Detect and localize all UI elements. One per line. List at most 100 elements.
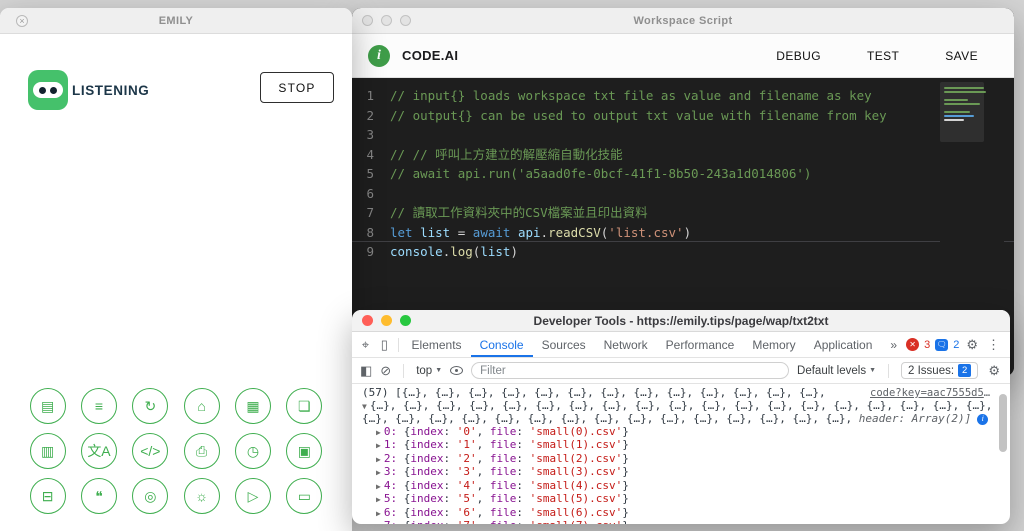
- clear-console-icon[interactable]: ⊘: [380, 363, 391, 379]
- code-line[interactable]: 9 console.log(list): [352, 242, 1014, 262]
- info-icon[interactable]: i: [977, 413, 989, 425]
- console-array-row[interactable]: ▶ 1: {index: '1', file: 'small(1).csv'}: [362, 438, 996, 453]
- test-button[interactable]: TEST: [867, 49, 899, 63]
- devtools-titlebar[interactable]: Developer Tools - https://emily.tips/pag…: [352, 310, 1010, 332]
- zoom-button[interactable]: [400, 315, 411, 326]
- console-settings-gear-icon[interactable]: ⚙: [986, 363, 1002, 379]
- expand-arrow-icon[interactable]: ▶: [376, 467, 381, 480]
- log-levels-selector[interactable]: Default levels ▼: [797, 365, 876, 377]
- tab-elements[interactable]: Elements: [403, 332, 471, 357]
- close-button[interactable]: ×: [16, 14, 28, 27]
- copy-icon: ❏: [298, 398, 311, 414]
- save-button[interactable]: SAVE: [945, 49, 978, 63]
- expand-arrow-icon[interactable]: ▶: [376, 521, 381, 524]
- console-sidebar-icon[interactable]: ◧: [360, 363, 372, 379]
- minimize-button[interactable]: [381, 15, 392, 26]
- code-line[interactable]: 1 // input{} loads workspace txt file as …: [352, 86, 1014, 106]
- debug-button[interactable]: DEBUG: [776, 49, 821, 63]
- close-button[interactable]: [362, 315, 373, 326]
- code-line[interactable]: 3: [352, 125, 1014, 145]
- expand-arrow-icon[interactable]: ▶: [376, 427, 381, 440]
- console-array-row[interactable]: ▶ 4: {index: '4', file: 'small(4).csv'}: [362, 478, 996, 494]
- more-tabs-button[interactable]: »: [881, 332, 906, 357]
- row-preview: {index: '1', file: 'small(1).csv'}: [403, 438, 629, 451]
- devtools-window-title: Developer Tools - https://emily.tips/pag…: [533, 313, 829, 328]
- close-button[interactable]: [362, 15, 373, 26]
- translate-button[interactable]: 文A: [80, 433, 117, 469]
- code-line[interactable]: 2 // output{} can be used to output txt v…: [352, 106, 1014, 126]
- tab-console[interactable]: Console: [471, 332, 533, 357]
- zoom-button[interactable]: [400, 15, 411, 26]
- code-line[interactable]: 6: [352, 184, 1014, 204]
- error-icon[interactable]: ✕: [906, 338, 920, 351]
- source-link[interactable]: code?key=aac7555d5d53ab3b09791504d7c2571…: [870, 387, 994, 400]
- expand-arrow-icon[interactable]: ▶: [376, 481, 381, 494]
- code-icon: </>: [140, 443, 161, 459]
- scrollbar-thumb[interactable]: [999, 394, 1007, 452]
- expand-arrow-icon[interactable]: ▶: [376, 494, 381, 507]
- code-line[interactable]: 7 // 讀取工作資料夾中的CSV檔案並且印出資料: [352, 203, 1014, 223]
- calendar-button[interactable]: ▣: [286, 433, 323, 469]
- repeat-button[interactable]: ↻: [132, 388, 169, 424]
- idea-button[interactable]: ☼: [183, 478, 220, 514]
- timer-button[interactable]: ◷: [234, 433, 271, 469]
- console-array-row[interactable]: ▶7: {index: '7', file: 'small(7).csv'}: [362, 519, 996, 524]
- archive-button[interactable]: ⊟: [29, 478, 66, 514]
- tab-performance[interactable]: Performance: [657, 332, 744, 357]
- file-icon: ▤: [41, 398, 55, 414]
- line-number: 4: [366, 146, 374, 162]
- console-array-row[interactable]: ▶ 3: {index: '3', file: 'small(3).csv'}: [362, 465, 996, 480]
- context-selector[interactable]: top ▼: [416, 365, 442, 377]
- console-array-row[interactable]: ▶ 2: {index: '2', file: 'small(2).csv'}: [362, 452, 996, 467]
- console-array-row[interactable]: ▶ 6: {index: '6', file: 'small(6).csv'}: [362, 506, 996, 521]
- qr-code-icon: ▦: [246, 398, 260, 414]
- kebab-menu-icon[interactable]: ⋮: [985, 337, 1002, 353]
- code-text: // output{} can be used to output txt va…: [390, 107, 887, 123]
- line-number: 1: [366, 88, 374, 103]
- code-text: // input{} loads workspace txt file as v…: [390, 88, 872, 103]
- live-expression-eye-icon[interactable]: [450, 366, 464, 375]
- inspect-element-icon[interactable]: ⌖: [356, 332, 375, 357]
- tab-memory[interactable]: Memory: [743, 332, 804, 357]
- issues-button[interactable]: 2 Issues: 2: [901, 362, 979, 379]
- tab-sources[interactable]: Sources: [533, 332, 595, 357]
- clipboard-button[interactable]: ▥: [29, 433, 66, 469]
- qr-code-button[interactable]: ▦: [234, 388, 271, 424]
- code-button[interactable]: </>: [132, 433, 169, 469]
- run-file-button[interactable]: ▷: [234, 478, 271, 514]
- code-text: // await api.run('a5aad0fe-0bcf-41f1-8b5…: [390, 166, 812, 181]
- code-line[interactable]: 4 // // 呼叫上方建立的解壓縮自動化技能: [352, 145, 1014, 165]
- folder-button[interactable]: ▭: [286, 478, 323, 514]
- info-icon[interactable]: i: [368, 44, 390, 67]
- tab-application[interactable]: Application: [805, 332, 882, 357]
- filter-input[interactable]: [471, 362, 790, 379]
- console-array-row[interactable]: ▶ 5: {index: '5', file: 'small(5).csv'}: [362, 492, 996, 507]
- file-button[interactable]: ▤: [29, 388, 66, 424]
- stop-button[interactable]: STOP: [260, 72, 334, 103]
- chat-button[interactable]: ❝: [80, 478, 117, 514]
- expand-arrow-icon[interactable]: ▶: [376, 454, 381, 467]
- row-key: 7:: [384, 519, 404, 524]
- minimize-button[interactable]: [381, 315, 392, 326]
- timer-icon: ◷: [246, 443, 260, 459]
- issues-label: 2 Issues:: [908, 364, 955, 377]
- row-key: 4:: [383, 478, 404, 492]
- device-toolbar-icon[interactable]: ▯: [375, 332, 394, 357]
- settings-gear-icon[interactable]: ⚙: [964, 337, 980, 353]
- tab-network[interactable]: Network: [595, 332, 657, 357]
- message-bubble-icon[interactable]: 🗨: [935, 338, 949, 351]
- devtools-tabbar-right: ✕ 3 🗨 2 ⚙ ⋮: [906, 332, 1010, 357]
- expand-arrow-icon[interactable]: ▶: [376, 440, 381, 453]
- console-array-row[interactable]: ▶ 0: {index: '0', file: 'small(0).csv'}: [362, 425, 996, 440]
- home-button[interactable]: ⌂: [183, 388, 220, 424]
- code-line[interactable]: 5 // await api.run('a5aad0fe-0bcf-41f1-8b…: [352, 164, 1014, 184]
- emily-titlebar[interactable]: × EMILY: [0, 8, 352, 34]
- translate-icon: 文A: [87, 443, 111, 459]
- print-button[interactable]: ⎙: [183, 433, 220, 469]
- workspace-titlebar[interactable]: Workspace Script: [352, 8, 1014, 34]
- code-line[interactable]: 8 let list = await api.readCSV('list.csv'…: [352, 223, 1014, 243]
- copy-button[interactable]: ❏: [286, 388, 323, 424]
- task-list-button[interactable]: ≡: [80, 388, 117, 424]
- expand-arrow-icon[interactable]: ▶: [376, 508, 381, 521]
- target-button[interactable]: ◎: [132, 478, 169, 514]
